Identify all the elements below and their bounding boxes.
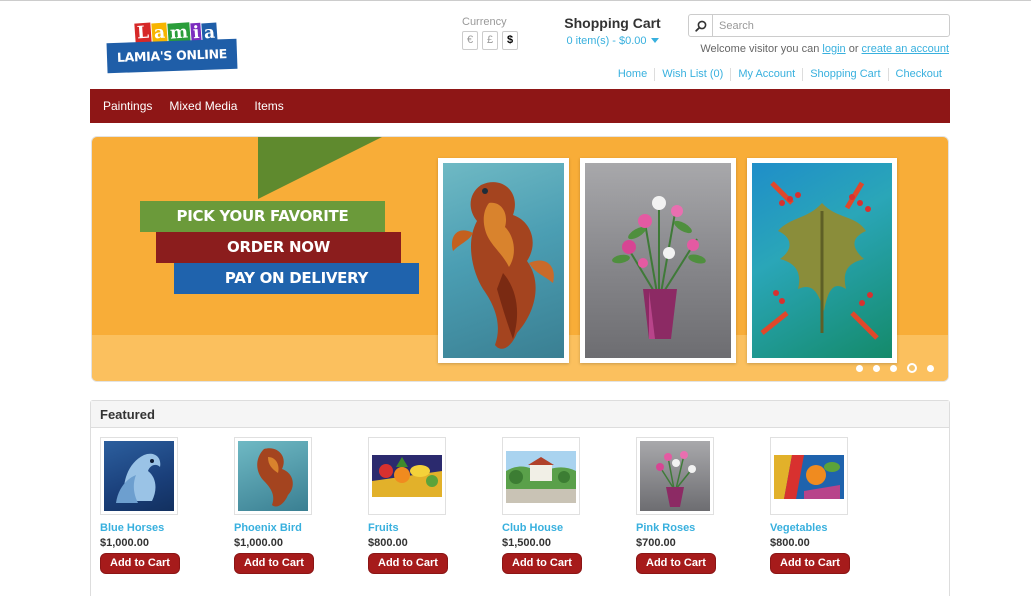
chevron-down-icon[interactable] [650,38,659,43]
speech-callout-shape [258,137,382,199]
product-card: Fruits $800.00 Add to Cart [368,437,502,574]
cart-widget[interactable]: Shopping Cart 0 item(s) - $0.00 [560,15,665,47]
slider-pagination [856,363,934,373]
currency-label: Currency [462,16,507,28]
slider-dot[interactable] [856,364,863,372]
vegetables-image [774,455,844,499]
product-name[interactable]: Blue Horses [100,522,234,534]
logo-banner: LAMIA'S ONLINE SHOP [106,38,238,94]
search-input[interactable] [713,15,943,36]
checkout-link[interactable]: Checkout [887,68,942,81]
slider-dot-active[interactable] [907,363,917,373]
slider-dot[interactable] [927,364,934,372]
search-box [688,14,950,37]
tagline-pick-artwork: PICK YOUR FAVORITE ARTWORK [140,201,385,256]
product-thumbnail[interactable] [234,437,312,515]
tagline-pay-on-delivery: PAY ON DELIVERY [174,263,419,294]
phoenix-bird-image [257,448,293,507]
product-card: Vegetables $800.00 Add to Cart [770,437,904,574]
logo-letter: L [134,22,152,44]
shop-logo[interactable]: L a m i a LAMIA'S ONLINE SHOP [105,22,239,94]
slider-dot[interactable] [890,364,897,372]
slider-dot[interactable] [873,364,880,372]
currency-selector: Currency € £ $ [462,16,518,50]
menu-item-paintings[interactable]: Paintings [97,89,163,123]
welcome-message: Welcome visitor you can login or create … [700,43,949,55]
product-name[interactable]: Club House [502,522,636,534]
product-card: Phoenix Bird $1,000.00 Add to Cart [234,437,368,574]
currency-euro-button[interactable]: € [462,31,478,50]
shopping-cart-link[interactable]: Shopping Cart [802,68,887,81]
fruits-image [372,455,442,497]
product-thumbnail[interactable] [100,437,178,515]
menu-item-items[interactable]: Items [248,89,294,123]
slider-artwork-leaf [747,158,897,363]
product-price: $700.00 [636,537,676,549]
product-price: $1,000.00 [100,537,149,549]
my-account-link[interactable]: My Account [730,68,802,81]
tagline-order-now: ORDER NOW [156,232,401,263]
product-card: Blue Horses $1,000.00 Add to Cart [100,437,234,574]
club-house-image [506,451,576,503]
product-price: $800.00 [368,537,408,549]
search-icon [694,20,706,32]
slider-artwork-phoenix [438,158,569,363]
product-thumbnail[interactable] [368,437,446,515]
slider-artwork-roses [580,158,736,363]
phoenix-painting [451,182,554,349]
pink-roses-image [656,451,696,507]
menu-item-mixed-media[interactable]: Mixed Media [163,89,248,123]
top-links: Home Wish List (0) My Account Shopping C… [611,68,942,81]
product-card: Pink Roses $700.00 Add to Cart [636,437,770,574]
add-to-cart-button[interactable]: Add to Cart [100,553,180,574]
product-list: Blue Horses $1,000.00 Add to Cart Phoeni… [100,437,904,574]
product-price: $1,500.00 [502,537,551,549]
welcome-or: or [848,43,859,55]
product-thumbnail[interactable] [636,437,714,515]
add-to-cart-button[interactable]: Add to Cart [502,553,582,574]
add-to-cart-button[interactable]: Add to Cart [770,553,850,574]
cart-title: Shopping Cart [564,15,661,31]
product-name[interactable]: Phoenix Bird [234,522,368,534]
product-card: Club House $1,500.00 Add to Cart [502,437,636,574]
cart-summary[interactable]: 0 item(s) - $0.00 [566,35,646,47]
product-price: $1,000.00 [234,537,283,549]
product-name[interactable]: Vegetables [770,522,904,534]
leaf-painting [760,181,879,340]
add-to-cart-button[interactable]: Add to Cart [368,553,448,574]
product-price: $800.00 [770,537,810,549]
login-link[interactable]: login [822,43,845,55]
product-thumbnail[interactable] [770,437,848,515]
search-button[interactable] [689,15,713,36]
create-account-link[interactable]: create an account [862,43,949,55]
currency-pound-button[interactable]: £ [482,31,498,50]
product-name[interactable]: Fruits [368,522,502,534]
currency-dollar-button[interactable]: $ [502,31,518,50]
product-thumbnail[interactable] [502,437,580,515]
promo-slider[interactable]: PICK YOUR FAVORITE ARTWORK ORDER NOW PAY… [91,136,949,382]
roses-painting [612,196,706,339]
product-name[interactable]: Pink Roses [636,522,770,534]
featured-section: Featured Blue Horses $1,000.00 Add to Ca… [90,400,950,596]
welcome-prefix: Welcome visitor you can [700,43,820,55]
blue-horses-image [116,453,161,503]
add-to-cart-button[interactable]: Add to Cart [234,553,314,574]
add-to-cart-button[interactable]: Add to Cart [636,553,716,574]
main-menu: Paintings Mixed Media Items [90,89,950,123]
wish-list-link[interactable]: Wish List (0) [654,68,730,81]
featured-title: Featured [91,401,949,428]
home-link[interactable]: Home [611,68,654,81]
